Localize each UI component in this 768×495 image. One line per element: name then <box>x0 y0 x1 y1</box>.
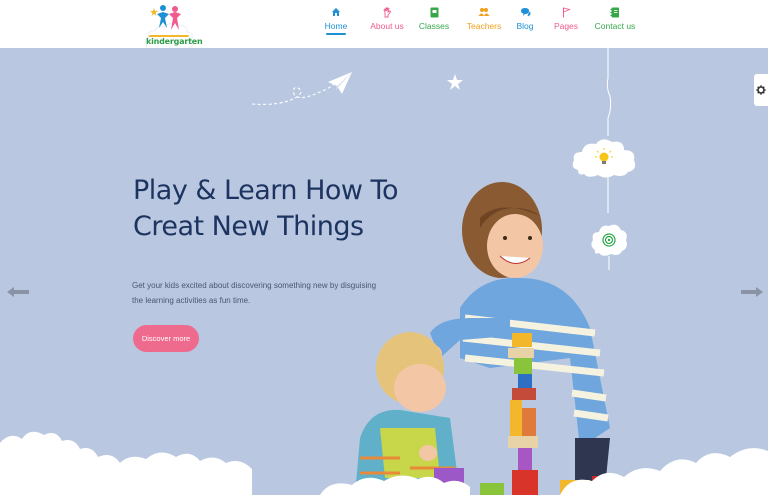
flag-icon <box>560 6 572 18</box>
main-nav: Home About us Classes Teachers Blog Page… <box>318 6 640 35</box>
nav-label-teachers: Teachers <box>466 21 502 31</box>
nav-item-pages[interactable]: Pages <box>548 6 584 35</box>
nav-item-classes[interactable]: Classes <box>414 6 454 35</box>
nav-label-about: About us <box>370 21 404 31</box>
slider-prev-arrow-icon[interactable] <box>6 285 30 299</box>
nav-active-underline <box>326 33 346 35</box>
paper-plane-icon <box>251 72 352 105</box>
logo-text: kindergarten <box>146 37 203 46</box>
contact-book-icon <box>609 6 621 18</box>
nav-item-contact[interactable]: Contact us <box>590 6 640 35</box>
site-header: kindergarten Home About us Classes Teach… <box>0 0 768 56</box>
nav-label-pages: Pages <box>553 21 579 31</box>
hand-icon <box>381 6 393 18</box>
nav-label-classes: Classes <box>418 21 450 31</box>
nav-label-contact: Contact us <box>594 21 636 31</box>
discover-more-button[interactable]: Discover more <box>133 325 199 352</box>
nav-item-teachers[interactable]: Teachers <box>462 6 506 35</box>
book-icon <box>428 6 440 18</box>
chat-icon <box>519 6 531 18</box>
gear-icon <box>756 85 766 95</box>
bottom-clouds <box>0 431 768 495</box>
nav-item-blog[interactable]: Blog <box>510 6 540 35</box>
settings-toggle[interactable] <box>754 74 768 106</box>
home-icon <box>330 6 342 18</box>
slider-next-arrow-icon[interactable] <box>740 285 764 299</box>
nav-item-home[interactable]: Home <box>318 6 354 35</box>
hero-section: Play & Learn How To Creat New Things Get… <box>0 48 768 495</box>
nav-label-blog: Blog <box>516 21 534 31</box>
nav-label-home: Home <box>324 21 348 31</box>
users-icon <box>478 6 490 18</box>
star-icon <box>447 74 463 90</box>
nav-item-about[interactable]: About us <box>362 6 412 35</box>
